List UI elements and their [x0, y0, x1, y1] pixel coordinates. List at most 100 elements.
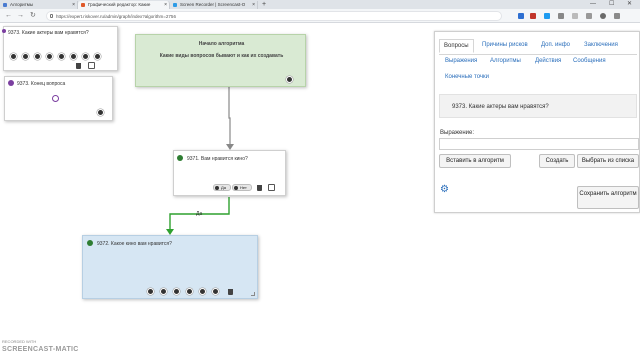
- watermark-brand: SCREENCAST-MATIC: [2, 346, 79, 353]
- answer-yes-pill[interactable]: Да: [213, 184, 231, 191]
- edit-icon[interactable]: [268, 184, 275, 191]
- minimize-button[interactable]: —: [590, 0, 596, 9]
- resize-handle-icon[interactable]: [251, 292, 255, 296]
- tab-favicon-icon: [3, 3, 7, 7]
- expression-input[interactable]: [439, 138, 639, 150]
- new-tab-button[interactable]: +: [262, 0, 266, 9]
- node-title: 9371. Вам нравится кино?: [187, 156, 248, 162]
- question-node-9373[interactable]: 9373. Какие актеры вам нравятся?: [2, 26, 118, 71]
- answer-port-icon[interactable]: [22, 53, 29, 60]
- question-node-9371[interactable]: 9371. Вам нравится кино? Да Нет: [173, 150, 286, 196]
- delete-icon[interactable]: [257, 185, 262, 191]
- extension-icon[interactable]: [530, 13, 536, 19]
- create-button[interactable]: Создать: [539, 154, 575, 168]
- browser-tab-algorithms[interactable]: Алгоритмы ×: [0, 1, 78, 9]
- edge-label-yes: Да: [196, 211, 203, 217]
- question-node-9372[interactable]: 9372. Какое кино вам нравится?: [82, 235, 258, 299]
- end-node-icon: [8, 80, 14, 86]
- close-tab-icon[interactable]: ×: [164, 1, 167, 9]
- end-node-9373[interactable]: 9373. Конец вопроса: [4, 76, 113, 121]
- question-type-icon: [177, 155, 183, 161]
- tab-questions[interactable]: Вопросы: [439, 39, 474, 53]
- output-port-icon[interactable]: [97, 109, 104, 116]
- watermark-top-text: RECORDED WITH: [2, 339, 37, 344]
- tab-messages[interactable]: Сообщения: [573, 58, 606, 64]
- browser-tab-screen-recorder[interactable]: Screen Recorder | Screencast-O ×: [170, 1, 258, 9]
- question-type-icon: [2, 29, 6, 33]
- tab-risk-causes[interactable]: Причины рисков: [482, 42, 528, 48]
- tab-favicon-icon: [173, 3, 177, 7]
- target-icon: [52, 95, 59, 102]
- output-port-icon[interactable]: [286, 76, 293, 83]
- url-input[interactable]: https://expert.riskover.ru/admin/graph/i…: [46, 11, 502, 21]
- back-button[interactable]: ←: [5, 11, 12, 21]
- screencast-watermark: RECORDED WITH SCREENCAST-MATIC: [0, 338, 80, 360]
- start-node-title: Начало алгоритма: [198, 41, 245, 47]
- extension-icon[interactable]: [544, 13, 550, 19]
- collections-icon[interactable]: [586, 13, 592, 19]
- answer-port-icon: [234, 186, 238, 190]
- url-text: https://expert.riskover.ru/admin/graph/i…: [56, 14, 176, 19]
- tabs-divider: [439, 54, 637, 55]
- tab-end-points[interactable]: Конечные точки: [445, 74, 489, 80]
- browser-tab-bar: Алгоритмы × Графический редактор: Какие …: [0, 0, 640, 9]
- more-menu-icon[interactable]: [614, 13, 620, 19]
- delete-icon[interactable]: [76, 63, 81, 69]
- choose-from-list-button[interactable]: Выбрать из списка: [577, 154, 639, 168]
- close-tab-icon[interactable]: ×: [72, 1, 75, 9]
- answer-port-icon[interactable]: [186, 288, 193, 295]
- answer-port-icon[interactable]: [10, 53, 17, 60]
- favorites-icon[interactable]: [572, 13, 578, 19]
- save-algorithm-button[interactable]: Сохранить алгоритм: [577, 186, 639, 209]
- browser-tab-graph-editor[interactable]: Графический редактор: Какие ×: [78, 1, 170, 9]
- edit-icon[interactable]: [88, 62, 95, 69]
- insert-into-algorithm-button[interactable]: Вставить в алгоритм: [439, 154, 511, 168]
- browser-address-bar: ← → ↻ https://expert.riskover.ru/admin/g…: [0, 9, 640, 23]
- extension-icon[interactable]: [518, 13, 524, 19]
- maximize-button[interactable]: ☐: [609, 0, 614, 9]
- question-type-icon: [87, 240, 93, 246]
- node-title: 9373. Какие актеры вам нравятся?: [8, 30, 89, 36]
- tab-extra-info[interactable]: Доп. инфо: [541, 42, 570, 48]
- answer-port-icon[interactable]: [212, 288, 219, 295]
- tab-actions[interactable]: Действия: [535, 58, 561, 64]
- settings-gear-icon[interactable]: ⚙: [440, 184, 449, 195]
- node-title: 9373. Конец вопроса: [17, 81, 66, 87]
- answer-port-icon[interactable]: [70, 53, 77, 60]
- answer-no-pill[interactable]: Нет: [232, 184, 252, 191]
- lock-icon[interactable]: [50, 14, 53, 18]
- delete-icon[interactable]: [228, 289, 233, 295]
- edge-start-to-question: [228, 87, 231, 144]
- answer-port-icon[interactable]: [82, 53, 89, 60]
- tab-title: Screen Recorder | Screencast-O: [180, 2, 246, 7]
- answer-port-icon[interactable]: [173, 288, 180, 295]
- tab-title: Алгоритмы: [10, 2, 34, 7]
- properties-panel: Вопросы Причины рисков Доп. инфо Заключе…: [434, 31, 640, 213]
- tab-algorithms[interactable]: Алгоритмы: [490, 58, 521, 64]
- tab-favicon-icon: [81, 3, 85, 7]
- tab-title: Графический редактор: Какие: [88, 2, 151, 7]
- answer-port-icon[interactable]: [147, 288, 154, 295]
- profile-avatar-icon[interactable]: [600, 13, 606, 19]
- close-window-button[interactable]: ✕: [627, 0, 632, 9]
- tab-expressions[interactable]: Выражения: [445, 58, 477, 64]
- start-node[interactable]: Начало алгоритма Какие виды вопросов быв…: [135, 34, 306, 87]
- answer-port-icon[interactable]: [46, 53, 53, 60]
- answer-port-icon[interactable]: [58, 53, 65, 60]
- extensions-puzzle-icon[interactable]: [558, 13, 564, 19]
- answer-port-icon[interactable]: [34, 53, 41, 60]
- forward-button[interactable]: →: [17, 11, 24, 21]
- node-title: 9372. Какое кино вам нравится?: [97, 241, 172, 247]
- answer-port-icon[interactable]: [199, 288, 206, 295]
- answer-no-label: Нет: [240, 185, 247, 190]
- answer-port-icon[interactable]: [94, 53, 101, 60]
- start-node-subtitle: Какие виды вопросов бывают и как их созд…: [159, 53, 284, 59]
- answer-yes-label: Да: [221, 185, 226, 190]
- expression-label: Выражение:: [440, 130, 475, 136]
- reload-button[interactable]: ↻: [30, 11, 36, 21]
- close-tab-icon[interactable]: ×: [252, 1, 255, 9]
- answer-port-icon[interactable]: [160, 288, 167, 295]
- tab-conclusions[interactable]: Заключения: [584, 42, 618, 48]
- answer-port-icon: [215, 186, 219, 190]
- selected-question: 9373. Какие актеры вам нравятся?: [439, 94, 637, 118]
